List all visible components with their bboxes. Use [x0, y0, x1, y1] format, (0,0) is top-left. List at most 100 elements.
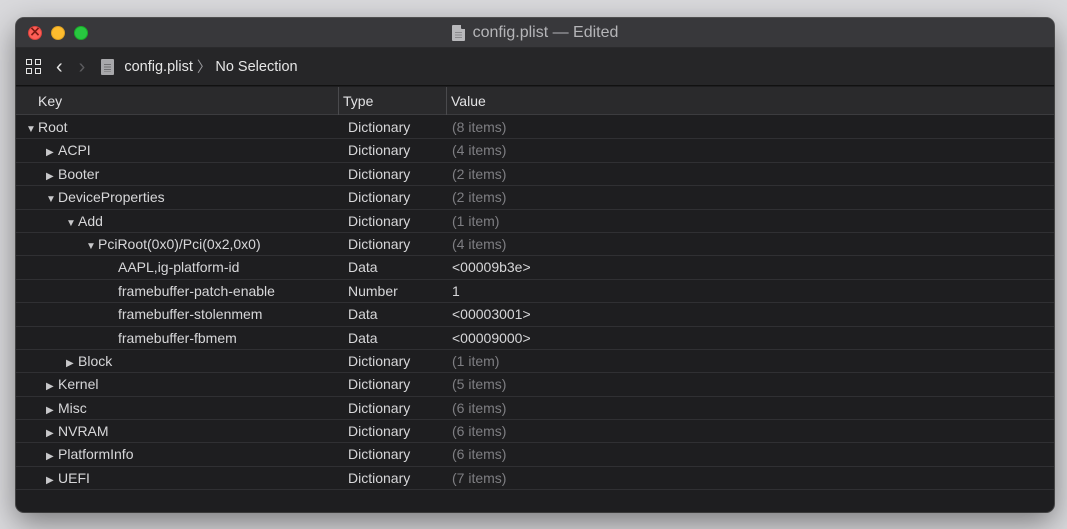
outline-row[interactable]: ▶ ACPI Dictionary (4 items)	[16, 139, 1054, 164]
row-type[interactable]: Dictionary	[348, 116, 410, 139]
disclosure-expanded-icon[interactable]: ▼	[86, 235, 98, 258]
back-chevron-icon[interactable]: ‹	[56, 57, 63, 77]
row-key[interactable]: Root	[38, 119, 68, 135]
row-key-cell: ▶ Misc	[16, 397, 87, 422]
row-key[interactable]: UEFI	[58, 470, 90, 486]
row-value[interactable]: (1 item)	[452, 350, 499, 373]
disclosure-collapsed-icon[interactable]: ▶	[66, 352, 78, 375]
plist-editor-window: config.plist — Edited ‹ › config.plist 〉…	[16, 18, 1054, 512]
row-type[interactable]: Dictionary	[348, 397, 410, 420]
outline-row[interactable]: ▼ Add Dictionary (1 item)	[16, 210, 1054, 233]
row-type[interactable]: Number	[348, 280, 398, 303]
row-key-cell: ▶ Block	[16, 350, 112, 375]
row-key-cell: AAPL,ig-platform-id	[16, 256, 239, 279]
row-key-cell: ▼ PciRoot(0x0)/Pci(0x2,0x0)	[16, 233, 261, 258]
disclosure-collapsed-icon[interactable]: ▶	[46, 375, 58, 398]
disclosure-expanded-icon[interactable]: ▼	[46, 188, 58, 211]
row-value[interactable]: (2 items)	[452, 163, 506, 186]
outline-row[interactable]: ▼ DeviceProperties Dictionary (2 items)	[16, 186, 1054, 211]
disclosure-collapsed-icon[interactable]: ▶	[46, 445, 58, 468]
row-type[interactable]: Dictionary	[348, 350, 410, 373]
disclosure-collapsed-icon[interactable]: ▶	[46, 165, 58, 188]
row-key-cell: ▶ ACPI	[16, 139, 91, 164]
row-value[interactable]: (4 items)	[452, 139, 506, 162]
disclosure-collapsed-icon[interactable]: ▶	[46, 469, 58, 492]
outline-row[interactable]: ▶ Kernel Dictionary (5 items)	[16, 373, 1054, 398]
outline-row[interactable]: ▼ PciRoot(0x0)/Pci(0x2,0x0) Dictionary (4 i…	[16, 233, 1054, 258]
disclosure-collapsed-icon[interactable]: ▶	[46, 422, 58, 445]
row-key[interactable]: Block	[78, 353, 112, 369]
title-bar[interactable]: config.plist — Edited	[16, 18, 1054, 48]
row-key-cell: ▶ Booter	[16, 163, 99, 188]
row-key[interactable]: Misc	[58, 400, 87, 416]
row-type[interactable]: Dictionary	[348, 443, 410, 466]
column-header-key[interactable]: Key	[38, 87, 62, 115]
row-value[interactable]: (5 items)	[452, 373, 506, 396]
forward-chevron-icon[interactable]: ›	[79, 57, 86, 77]
outline-row[interactable]: AAPL,ig-platform-id Data <00009b3e>	[16, 256, 1054, 280]
outline-row[interactable]: ▶ NVRAM Dictionary (6 items)	[16, 420, 1054, 445]
row-value[interactable]: (4 items)	[452, 233, 506, 256]
column-header: Key Type Value	[16, 87, 1054, 115]
plist-file-icon	[101, 58, 115, 75]
column-header-type[interactable]: Type	[338, 87, 373, 115]
outline-row[interactable]: framebuffer-fbmem Data <00009000>	[16, 327, 1054, 350]
outline-row[interactable]: framebuffer-patch-enable Number 1	[16, 280, 1054, 304]
column-header-value[interactable]: Value	[446, 87, 486, 115]
row-key[interactable]: framebuffer-patch-enable	[118, 283, 275, 299]
row-key[interactable]: framebuffer-stolenmem	[118, 306, 262, 322]
outline-row[interactable]: framebuffer-stolenmem Data <00003001>	[16, 303, 1054, 327]
row-type[interactable]: Data	[348, 327, 378, 350]
row-value[interactable]: (6 items)	[452, 420, 506, 443]
row-key[interactable]: NVRAM	[58, 423, 109, 439]
row-type[interactable]: Dictionary	[348, 163, 410, 186]
row-key[interactable]: Booter	[58, 166, 99, 182]
row-key[interactable]: DeviceProperties	[58, 189, 165, 205]
row-type[interactable]: Dictionary	[348, 233, 410, 256]
outline-row[interactable]: ▶ Misc Dictionary (6 items)	[16, 397, 1054, 422]
row-type[interactable]: Data	[348, 303, 378, 326]
disclosure-collapsed-icon[interactable]: ▶	[46, 399, 58, 422]
row-key[interactable]: framebuffer-fbmem	[118, 330, 237, 346]
related-items-grid-icon[interactable]	[26, 58, 42, 75]
row-key-cell: ▶ Kernel	[16, 373, 98, 398]
title-area: config.plist — Edited	[16, 18, 1054, 48]
disclosure-expanded-icon[interactable]: ▼	[26, 118, 38, 141]
row-key[interactable]: PciRoot(0x0)/Pci(0x2,0x0)	[98, 236, 261, 252]
row-type[interactable]: Dictionary	[348, 210, 410, 233]
outline-row[interactable]: ▶ UEFI Dictionary (7 items)	[16, 467, 1054, 492]
row-type[interactable]: Dictionary	[348, 467, 410, 490]
breadcrumb-selection[interactable]: No Selection	[215, 59, 297, 75]
window-title: config.plist — Edited	[472, 24, 619, 41]
row-key[interactable]: AAPL,ig-platform-id	[118, 259, 239, 275]
row-key[interactable]: Add	[78, 213, 103, 229]
row-key-cell: framebuffer-stolenmem	[16, 303, 262, 326]
row-value[interactable]: <00009000>	[452, 327, 531, 350]
row-value[interactable]: (1 item)	[452, 210, 499, 233]
row-value[interactable]: <00009b3e>	[452, 256, 531, 279]
row-key[interactable]: ACPI	[58, 142, 91, 158]
row-value[interactable]: (6 items)	[452, 397, 506, 420]
breadcrumb-file[interactable]: config.plist	[124, 59, 193, 75]
row-type[interactable]: Dictionary	[348, 186, 410, 209]
row-key[interactable]: PlatformInfo	[58, 446, 133, 462]
disclosure-collapsed-icon[interactable]: ▶	[46, 141, 58, 164]
row-value[interactable]: 1	[452, 280, 460, 303]
row-value[interactable]: (7 items)	[452, 467, 506, 490]
row-type[interactable]: Dictionary	[348, 373, 410, 396]
row-value[interactable]: <00003001>	[452, 303, 531, 326]
outline-row[interactable]: ▶ Block Dictionary (1 item)	[16, 350, 1054, 375]
row-type[interactable]: Dictionary	[348, 139, 410, 162]
row-value[interactable]: (2 items)	[452, 186, 506, 209]
row-key-cell: ▼ Root	[16, 116, 68, 141]
row-key-cell: ▶ PlatformInfo	[16, 443, 133, 468]
row-value[interactable]: (6 items)	[452, 443, 506, 466]
row-key[interactable]: Kernel	[58, 376, 98, 392]
disclosure-expanded-icon[interactable]: ▼	[66, 212, 78, 235]
row-value[interactable]: (8 items)	[452, 116, 506, 139]
outline-row[interactable]: ▼ Root Dictionary (8 items)	[16, 116, 1054, 141]
row-type[interactable]: Dictionary	[348, 420, 410, 443]
outline-row[interactable]: ▶ PlatformInfo Dictionary (6 items)	[16, 443, 1054, 468]
outline-row[interactable]: ▶ Booter Dictionary (2 items)	[16, 163, 1054, 188]
row-type[interactable]: Data	[348, 256, 378, 279]
